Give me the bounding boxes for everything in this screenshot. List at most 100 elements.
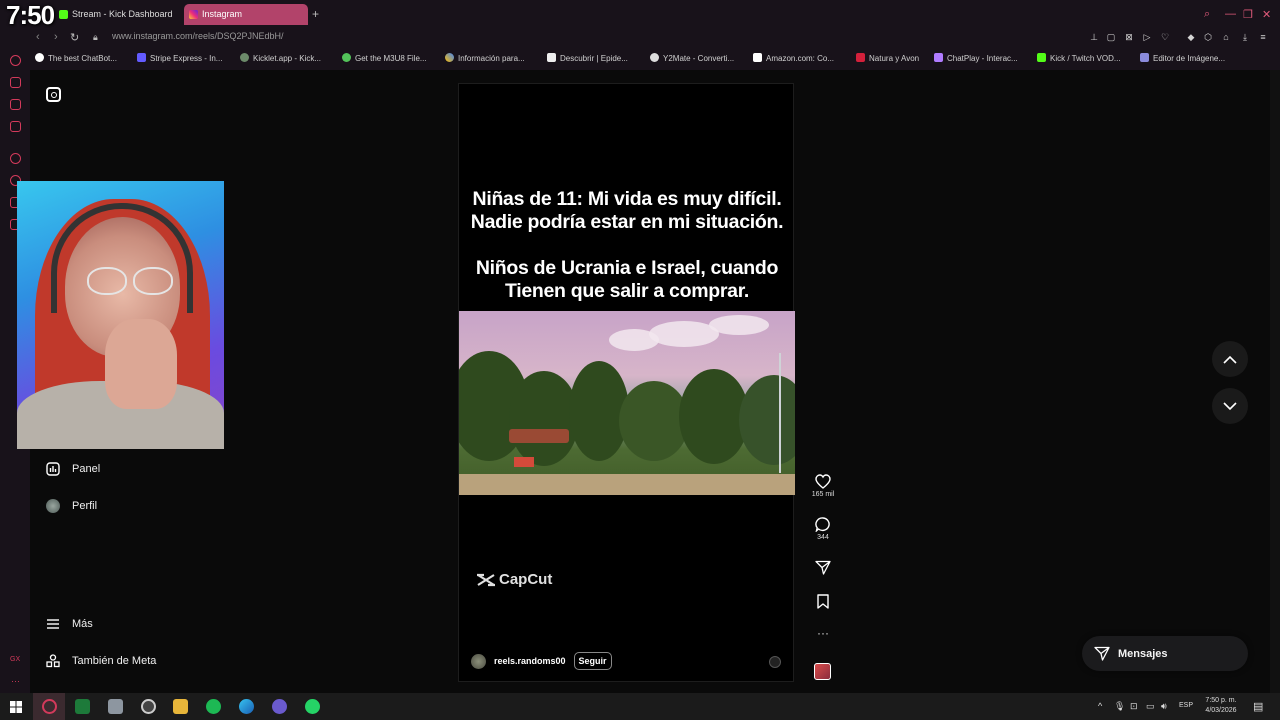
bookmark-item[interactable]: Stripe Express - In... (137, 53, 222, 63)
capcut-text: CapCut (499, 571, 553, 588)
account-icon[interactable]: ⌂ (1221, 32, 1231, 42)
system-clock[interactable]: 7:50 p. m. 4/03/2026 (1200, 696, 1242, 716)
page-scrollbar[interactable] (1270, 70, 1280, 693)
extensions-icon[interactable]: ⬡ (1203, 32, 1213, 42)
notifications-icon[interactable]: ▤ (1253, 700, 1263, 713)
audio-toggle-icon[interactable] (769, 656, 781, 668)
video-scene (459, 311, 795, 495)
author-avatar[interactable] (471, 653, 486, 669)
bookmark-item[interactable]: Editor de Imágene... (1140, 53, 1225, 63)
opera-gx-icon[interactable] (42, 699, 57, 714)
share-button[interactable] (810, 560, 836, 577)
volume-icon[interactable]: 🔊︎ (1161, 701, 1167, 712)
caption-line: Niños de Ucrania e Israel, cuando (475, 257, 779, 279)
instagram-logo-icon[interactable] (46, 87, 61, 102)
close-icon[interactable]: ✕ (1262, 8, 1271, 21)
discord-icon[interactable] (272, 699, 287, 714)
url-field[interactable]: www.instagram.com/reels/DSQ2PJNEdbH/ (112, 31, 284, 41)
microphone-icon[interactable]: 🎙︎ (1114, 701, 1125, 712)
pin-icon[interactable]: ⊥ (1089, 32, 1099, 42)
back-icon[interactable]: ‹ (36, 31, 40, 43)
play-icon[interactable]: ▷ (1142, 32, 1152, 42)
whatsapp-icon[interactable] (305, 699, 320, 714)
audio-thumbnail[interactable] (814, 663, 831, 680)
sidebar-item-profile[interactable]: Perfil (46, 499, 97, 513)
bookmark-item[interactable]: The best ChatBot... (35, 53, 117, 63)
windows-start-icon[interactable] (10, 701, 22, 713)
bookmark-item[interactable]: Y2Mate - Converti... (650, 53, 734, 63)
file-explorer-icon[interactable] (173, 699, 188, 714)
messages-button[interactable]: Mensajes (1082, 636, 1248, 671)
snapshot-icon[interactable]: ▢ (1106, 32, 1116, 42)
comment-count: 344 (817, 534, 829, 541)
extension-diamond-icon[interactable]: ◆ (1186, 32, 1196, 42)
sidebar-item-also-from-meta[interactable]: También de Meta (46, 654, 156, 668)
bookmark-favicon-icon (240, 53, 249, 62)
reel-video[interactable]: Niñas de 11: Mi vida es muy difícil. Nad… (458, 83, 795, 682)
forward-icon[interactable]: › (54, 31, 58, 43)
bookmark-favicon-icon (856, 53, 865, 62)
clock-time: 7:50 p. m. (1205, 697, 1237, 704)
download-icon[interactable]: ⤓ (1240, 32, 1250, 42)
sidebar-item-panel[interactable]: Panel (46, 462, 100, 476)
bookmark-item[interactable]: Información para... (445, 53, 525, 63)
new-tab-icon[interactable]: + (312, 7, 319, 21)
restore-icon[interactable]: ❐ (1243, 8, 1253, 21)
reload-icon[interactable]: ↻ (70, 31, 79, 44)
tray-expand-icon[interactable]: ^ (1098, 701, 1102, 711)
twitch-icon[interactable] (10, 77, 21, 88)
bookmark-item[interactable]: Kicklet.app - Kick... (240, 53, 321, 63)
heart-icon[interactable]: ♡ (1160, 32, 1170, 42)
author-username[interactable]: reels.randoms00 (494, 656, 566, 666)
webcam-glasses-right (133, 267, 173, 295)
bookmark-item[interactable]: ChatPlay - Interac... (934, 53, 1018, 63)
bookmark-item[interactable]: Amazon.com: Co... (753, 53, 834, 63)
sidebar-item-label: También de Meta (72, 655, 157, 667)
block-icon[interactable]: ⊠ (1124, 32, 1134, 42)
search-tabs-icon[interactable]: ⌕ (1204, 8, 1210, 21)
chevron-up-icon (1223, 355, 1237, 364)
more-options-icon[interactable]: ··· (810, 627, 836, 639)
app-icon[interactable] (108, 699, 123, 714)
bookmark-item[interactable]: Natura y Avon (856, 53, 919, 63)
edge-icon[interactable] (239, 699, 254, 714)
save-button[interactable] (810, 594, 836, 611)
comment-button[interactable]: 344 (810, 517, 836, 541)
bookmark-item[interactable]: Descubrir | Epide... (547, 53, 628, 63)
obs-icon[interactable] (141, 699, 156, 714)
network-icon[interactable]: ▭ (1146, 701, 1155, 712)
tray-app-icon[interactable]: ⊡ (1130, 701, 1138, 712)
stream-clock-overlay: 7:50 (6, 0, 55, 30)
tab-kick-dashboard[interactable]: Stream - Kick Dashboard (54, 4, 180, 25)
bookmark-favicon-icon (137, 53, 146, 62)
gx-icon[interactable]: GX (10, 656, 20, 663)
mail-icon[interactable] (10, 121, 21, 132)
notes-icon[interactable] (10, 99, 21, 110)
excel-icon[interactable] (75, 699, 90, 714)
profile-avatar-icon (46, 499, 60, 513)
previous-reel-button[interactable] (1212, 341, 1248, 377)
bookmark-item[interactable]: Get the M3U8 File... (342, 53, 427, 63)
minimize-icon[interactable]: — (1225, 8, 1236, 20)
spotify-icon[interactable] (206, 699, 221, 714)
bookmark-favicon-icon (547, 53, 556, 62)
hamburger-icon (47, 619, 59, 629)
bookmark-favicon-icon (934, 53, 943, 62)
bookmark-favicon-icon (35, 53, 44, 62)
menu-icon[interactable]: ≡ (1258, 32, 1268, 42)
bookmark-favicon-icon (1037, 53, 1046, 62)
capcut-watermark: CapCut (476, 571, 552, 588)
player-icon[interactable] (10, 153, 21, 164)
like-button[interactable]: 165 mil (810, 474, 836, 498)
bookmark-item[interactable]: Kick / Twitch VOD... (1037, 53, 1121, 63)
more-icon[interactable]: ··· (11, 676, 20, 686)
tab-instagram[interactable]: Instagram (184, 4, 308, 25)
capcut-logo-icon (477, 573, 495, 586)
like-count: 165 mil (811, 491, 835, 498)
follow-button[interactable]: Seguir (573, 652, 612, 670)
next-reel-button[interactable] (1212, 388, 1248, 424)
sidebar-item-more[interactable]: Más (46, 617, 93, 631)
lock-icon: 🔒︎ (93, 32, 98, 42)
history-icon[interactable] (10, 55, 21, 66)
keyboard-language[interactable]: ESP (1179, 702, 1193, 709)
